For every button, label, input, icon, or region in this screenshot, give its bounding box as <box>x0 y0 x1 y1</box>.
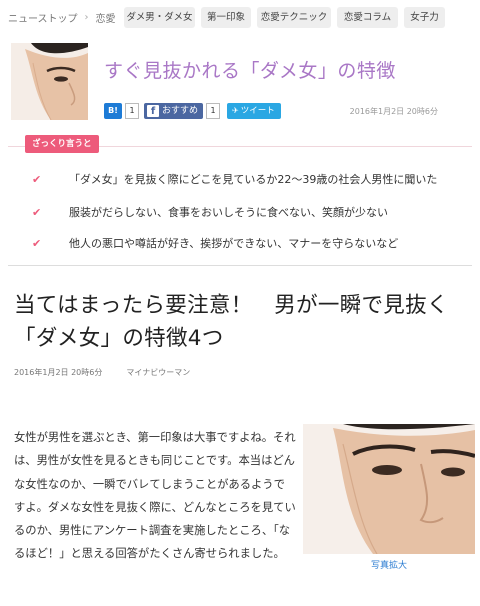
twitter-tweet[interactable]: ✈ ツイート <box>227 103 281 119</box>
breadcrumb-home[interactable]: ニューストップ <box>8 10 78 25</box>
summary-item-text: 他人の悪口や噂話が好き、挨拶ができない、マナーを守らないなど <box>69 237 399 250</box>
hatena-count: 1 <box>125 103 139 119</box>
hero-date: 2016年1月2日 20時6分 <box>349 107 438 116</box>
facebook-label: おすすめ <box>162 106 199 116</box>
article-photo[interactable] <box>303 424 475 554</box>
tag-joshiryoku[interactable]: 女子力 <box>404 7 445 28</box>
tag-dame-otoko-dame-onna[interactable]: ダメ男・ダメ女 <box>124 7 195 28</box>
facebook-icon: f <box>147 105 159 117</box>
facebook-button[interactable]: f おすすめ <box>144 103 204 119</box>
check-icon: ✔ <box>32 173 42 186</box>
facebook-recommend[interactable]: f おすすめ 1 <box>144 103 221 119</box>
tweet-label: ツイート <box>240 106 275 116</box>
summary-item: ✔ 「ダメ女」を見抜く際にどこを見ているか22〜39歳の社会人男性に聞いた <box>32 171 437 187</box>
summary-item-text: 服装がだらしない、食事をおいしそうに食べない、笑顔が少ない <box>69 206 388 219</box>
tag-first-impression[interactable]: 第一印象 <box>201 7 251 28</box>
hatena-icon: B! <box>104 103 122 119</box>
article-meta: 2016年1月2日 20時6分 マイナビウーマン <box>14 367 214 378</box>
summary-item-text: 「ダメ女」を見抜く際にどこを見ているか22〜39歳の社会人男性に聞いた <box>69 173 438 186</box>
summary-item: ✔ 服装がだらしない、食事をおいしそうに食べない、笑顔が少ない <box>32 204 388 220</box>
summary-item: ✔ 他人の悪口や噂話が好き、挨拶ができない、マナーを守らないなど <box>32 235 398 251</box>
photo-enlarge-link[interactable]: 写真拡大 <box>303 558 475 571</box>
check-icon: ✔ <box>32 237 42 250</box>
hero-thumbnail[interactable] <box>11 43 88 120</box>
summary-box: ざっくり言うと ✔ 「ダメ女」を見抜く際にどこを見ているか22〜39歳の社会人男性… <box>8 135 472 266</box>
breadcrumb-current[interactable]: 恋愛 <box>96 10 116 25</box>
article-date: 2016年1月2日 20時6分 <box>14 368 103 377</box>
twitter-icon: ✈ <box>232 106 239 115</box>
tweet-button[interactable]: ✈ ツイート <box>227 103 281 119</box>
facebook-count: 1 <box>206 103 221 119</box>
article-source[interactable]: マイナビウーマン <box>126 368 190 377</box>
article-title: 当てはまったら要注意！ 男が一瞬で見抜く「ダメ女」の特徴4つ <box>14 293 449 351</box>
hatena-bookmark[interactable]: B! 1 <box>104 103 139 119</box>
article-body: 女性が男性を選ぶとき、第一印象は大事ですよね。それは、男性が女性を見るときも同じ… <box>14 431 296 561</box>
summary-label: ざっくり言うと <box>25 135 99 153</box>
hero-title[interactable]: すぐ見抜かれる「ダメ女」の特徴 <box>104 56 396 83</box>
tag-love-column[interactable]: 恋愛コラム <box>337 7 398 28</box>
check-icon: ✔ <box>32 206 42 219</box>
tag-love-technique[interactable]: 恋愛テクニック <box>257 7 331 28</box>
breadcrumb-separator: › <box>84 11 89 23</box>
